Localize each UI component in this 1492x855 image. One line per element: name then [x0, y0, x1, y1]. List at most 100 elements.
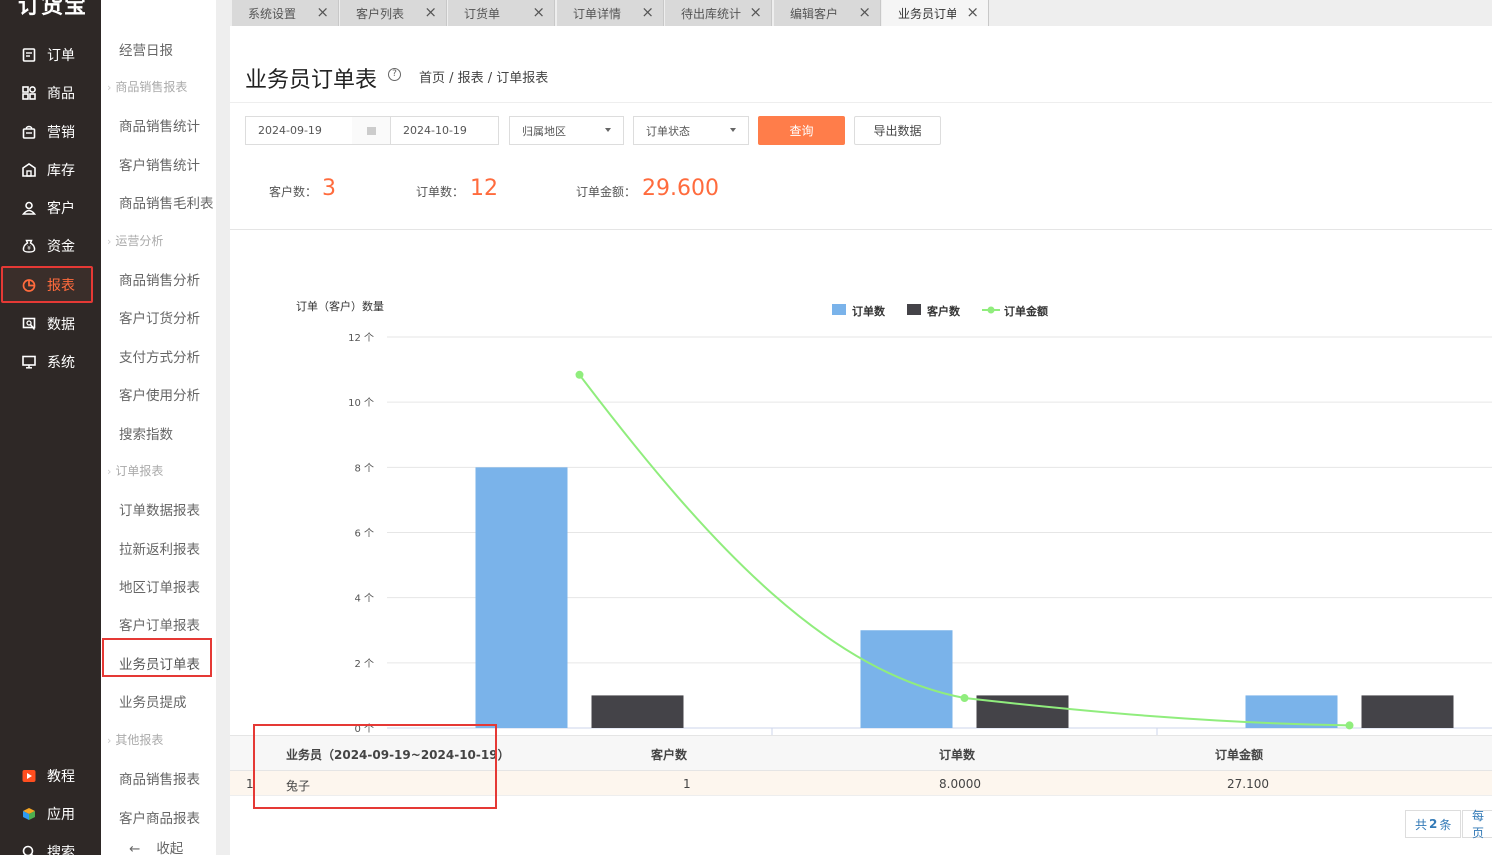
subnav-item[interactable]: 商品销售毛利表: [119, 192, 214, 212]
chevron-down-icon: [730, 128, 736, 132]
nav-item-funds[interactable]: ¥ 资金: [0, 227, 101, 265]
subnav-item[interactable]: 客户销售统计: [119, 154, 200, 174]
page-title: 业务员订单表: [245, 68, 378, 93]
close-icon[interactable]: ×: [858, 3, 871, 21]
subnav-item[interactable]: 订单数据报表: [119, 499, 200, 519]
order-status-select[interactable]: 订单状态: [633, 116, 749, 145]
pager-total-count: 2: [1429, 817, 1438, 831]
nav-item-search[interactable]: 搜索: [0, 833, 101, 855]
subnav-item[interactable]: 客户商品报表: [119, 807, 200, 827]
close-icon[interactable]: ×: [316, 3, 329, 21]
main-sidebar: 订货宝 订单 商品 营销 库存 客户 ¥ 资金 报表 数据 系统 教程 应用 搜…: [0, 0, 101, 855]
region-select[interactable]: 归属地区: [509, 116, 624, 145]
nav-item-reports[interactable]: 报表: [0, 266, 101, 304]
data-icon: [21, 316, 37, 332]
nav-item-customer[interactable]: 客户: [0, 189, 101, 227]
column-header-orders: 订单数: [939, 748, 976, 762]
column-header-customers: 客户数: [651, 748, 688, 762]
pie-chart-icon: [21, 277, 37, 293]
pager-prefix: 共: [1415, 817, 1428, 832]
nav-label: 搜索: [47, 845, 75, 855]
legend-swatch: [832, 304, 846, 315]
warehouse-icon: [21, 162, 37, 178]
collapse-label: 收起: [156, 841, 184, 855]
nav-label: 教程: [47, 769, 75, 785]
subnav-item[interactable]: 地区订单报表: [119, 576, 200, 596]
status-select-label: 订单状态: [646, 124, 690, 138]
orders-count-label: 订单数：: [416, 185, 465, 199]
tab-pending-stock[interactable]: 待出库统计 ×: [665, 0, 772, 26]
export-button[interactable]: 导出数据: [854, 116, 941, 145]
bar-orders: [860, 630, 953, 728]
nav-item-inventory[interactable]: 库存: [0, 151, 101, 189]
nav-item-goods[interactable]: 商品: [0, 74, 101, 112]
legend-label: 客户数: [926, 304, 961, 318]
subnav-item[interactable]: 商品销售统计: [119, 115, 200, 135]
nav-item-marketing[interactable]: 营销: [0, 113, 101, 151]
y-tick-label: 12 个: [348, 332, 374, 344]
y-axis-title: 订单（客户）数量: [296, 299, 384, 313]
subnav-group: 其他报表: [107, 731, 163, 748]
orders-count-value: 12: [470, 176, 498, 201]
tab-salesman-orders[interactable]: 业务员订单 ×: [882, 0, 989, 26]
nav-label: 报表: [47, 278, 75, 294]
calendar-icon[interactable]: [352, 116, 391, 145]
date-start-input[interactable]: 2024-09-19: [245, 116, 353, 145]
bar-customers: [1361, 695, 1454, 728]
nav-label: 资金: [47, 239, 75, 255]
close-icon[interactable]: ×: [966, 3, 979, 21]
help-icon[interactable]: ?: [388, 68, 401, 81]
cell-amount: 27.100: [1227, 777, 1269, 791]
highlight-box: [253, 724, 497, 809]
subnav-item[interactable]: 业务员提成: [119, 691, 187, 711]
date-end-input[interactable]: 2024-10-19: [390, 116, 499, 145]
nav-item-order[interactable]: 订单: [0, 36, 101, 74]
order-amount-label: 订单金额：: [576, 185, 637, 199]
user-icon: [21, 200, 37, 216]
tab-customer-list[interactable]: 客户列表 ×: [340, 0, 447, 26]
cell-customers: 1: [683, 777, 691, 791]
subnav-item[interactable]: 搜索指数: [119, 423, 173, 443]
cube-icon: [21, 806, 37, 822]
tab-order-detail[interactable]: 订单详情 ×: [557, 0, 664, 26]
cell-orders: 8.0000: [939, 777, 981, 791]
app-logo: 订货宝: [18, 0, 88, 19]
tab-label: 系统设置: [248, 6, 297, 21]
collapse-button[interactable]: ← 收起: [129, 837, 183, 855]
nav-item-system[interactable]: 系统: [0, 343, 101, 381]
subnav-item[interactable]: 商品销售报表: [119, 768, 200, 788]
close-icon[interactable]: ×: [424, 3, 437, 21]
close-icon[interactable]: ×: [641, 3, 654, 21]
close-icon[interactable]: ×: [532, 3, 545, 21]
subnav-item[interactable]: 商品销售分析: [119, 269, 200, 289]
line-point: [1345, 721, 1354, 730]
subnav-group: 商品销售报表: [107, 78, 187, 95]
subnav-group: 运营分析: [107, 232, 163, 249]
region-select-label: 归属地区: [522, 124, 566, 138]
tab-label: 编辑客户: [790, 6, 839, 21]
subnav-item[interactable]: 客户订单报表: [119, 614, 200, 634]
y-tick-label: 6 个: [354, 528, 374, 540]
close-icon[interactable]: ×: [749, 3, 762, 21]
order-amount-value: 29.600: [642, 176, 719, 201]
line-point: [575, 370, 584, 379]
subnav-item[interactable]: 支付方式分析: [119, 346, 200, 366]
legend-swatch: [987, 306, 995, 314]
tab-order-list[interactable]: 订货单 ×: [448, 0, 555, 26]
per-page-select[interactable]: 每页: [1462, 809, 1492, 840]
y-tick-label: 8 个: [354, 462, 374, 474]
tab-label: 客户列表: [356, 6, 405, 21]
subnav-item[interactable]: 客户使用分析: [119, 384, 200, 404]
nav-item-data[interactable]: 数据: [0, 305, 101, 343]
subnav-item[interactable]: 拉新返利报表: [119, 538, 200, 558]
line-point: [960, 694, 969, 703]
subnav-item[interactable]: 客户订货分析: [119, 307, 200, 327]
nav-item-tutorial[interactable]: 教程: [0, 757, 101, 795]
series-line-amount: [578, 374, 1350, 727]
nav-label: 客户: [47, 201, 75, 217]
tab-system-settings[interactable]: 系统设置 ×: [232, 0, 339, 26]
tab-edit-customer[interactable]: 编辑客户 ×: [774, 0, 881, 26]
nav-item-apps[interactable]: 应用: [0, 795, 101, 833]
query-button[interactable]: 查询: [758, 116, 845, 145]
subnav-item[interactable]: 经营日报: [119, 39, 173, 59]
